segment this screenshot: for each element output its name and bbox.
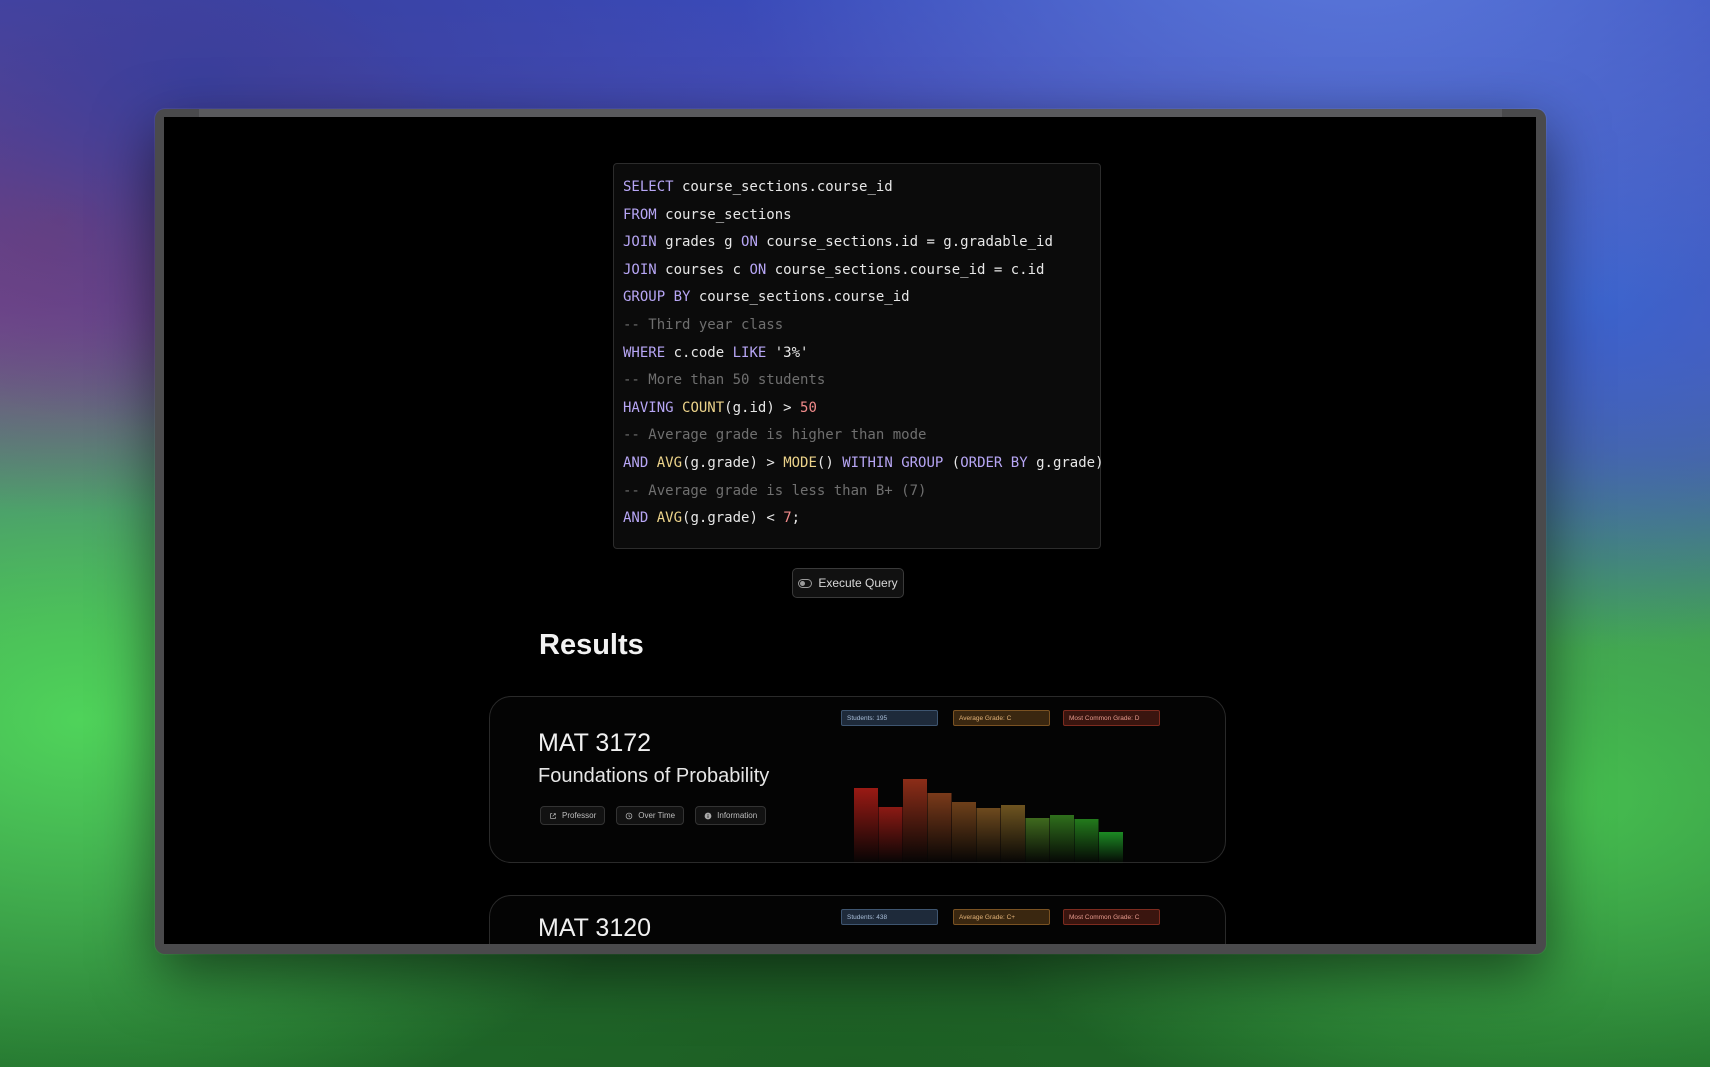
average-grade-badge: Average Grade: C — [953, 710, 1050, 726]
code-token: AVG — [656, 510, 683, 527]
card-actions: Professor Over Time Information — [540, 806, 767, 825]
histogram-bar — [1001, 805, 1025, 864]
history-icon — [625, 812, 633, 819]
code-token: course_sections — [656, 206, 792, 223]
code-token: -- Average grade is less than B+ (7) — [623, 482, 927, 499]
code-token: AND — [623, 454, 649, 471]
result-card: Students: 195 Average Grade: C Most Comm… — [489, 696, 1226, 864]
code-line: HAVING COUNT(g.id) > 50 — [623, 395, 1100, 423]
grade-histogram — [854, 779, 1123, 864]
code-token: (g.grade) < — [682, 510, 784, 527]
histogram-bar — [1050, 815, 1074, 864]
code-token: c.code — [665, 344, 733, 361]
histogram-bar — [1099, 832, 1123, 864]
code-token: -- More than 50 students — [623, 372, 826, 389]
code-line: JOIN courses c ON course_sections.course… — [623, 257, 1100, 285]
code-token: LIKE — [732, 344, 767, 361]
result-card: Students: 438 Average Grade: C+ Most Com… — [489, 895, 1226, 944]
information-button[interactable]: Information — [695, 806, 767, 825]
code-token: WHERE — [623, 344, 666, 361]
window-top-edge — [199, 109, 1502, 117]
code-line: FROM course_sections — [623, 202, 1100, 230]
code-token: ON — [749, 261, 767, 278]
sql-editor[interactable]: SELECT course_sections.course_id FROM cou… — [613, 163, 1104, 549]
code-token: WITHIN GROUP — [842, 454, 944, 471]
code-line: GROUP BY course_sections.course_id — [623, 284, 1100, 312]
most-common-grade-badge: Most Common Grade: D — [1063, 710, 1160, 726]
code-token: FROM — [623, 206, 657, 223]
students-badge: Students: 195 — [841, 710, 938, 726]
course-code: MAT 3120 — [538, 914, 652, 942]
results-title: Results — [539, 629, 644, 661]
code-line: -- Average grade is higher than mode — [623, 422, 1100, 450]
code-token: AND — [623, 510, 649, 527]
code-token: COUNT — [682, 399, 725, 416]
histogram-bar — [1025, 818, 1050, 864]
code-line: AND AVG(g.grade) > MODE() WITHIN GROUP (… — [623, 450, 1104, 478]
code-token: ( — [943, 454, 961, 471]
app-content: SELECT course_sections.course_id FROM cou… — [164, 117, 1536, 944]
histogram-bar — [878, 807, 903, 864]
code-token: 50 — [800, 399, 817, 416]
code-token: ON — [741, 234, 758, 251]
code-token: grades g — [656, 234, 742, 251]
code-token: course_sections.course_id = c.id — [766, 261, 1045, 278]
code-token: -- Average grade is higher than mode — [623, 427, 927, 444]
code-token: (g.id) > — [724, 399, 801, 416]
code-token: () — [816, 454, 843, 471]
code-token: HAVING — [623, 399, 674, 416]
histogram-bar — [903, 779, 927, 864]
code-token: JOIN — [623, 261, 657, 278]
code-token: g.grade) — [1027, 454, 1104, 471]
code-token: MODE — [783, 454, 817, 471]
code-token: JOIN — [623, 234, 657, 251]
histogram-bar — [952, 802, 976, 864]
average-grade-badge: Average Grade: C+ — [953, 909, 1050, 925]
toggle-icon — [798, 578, 813, 588]
execute-query-label: Execute Query — [818, 576, 898, 590]
code-token: SELECT — [623, 179, 674, 195]
information-label: Information — [717, 811, 758, 820]
execute-query-button[interactable]: Execute Query — [792, 568, 904, 598]
histogram-bar — [1074, 819, 1099, 864]
code-token: 7 — [783, 510, 792, 527]
professor-label: Professor — [562, 811, 597, 820]
over-time-label: Over Time — [638, 811, 676, 820]
code-line: AND AVG(g.grade) < 7; — [623, 505, 1100, 533]
code-line: SELECT course_sections.course_id — [623, 174, 1100, 202]
code-token: course_sections.id = g.gradable_id — [757, 234, 1053, 251]
histogram-bar — [927, 793, 952, 864]
code-token: course_sections.course_id — [673, 179, 893, 195]
over-time-button[interactable]: Over Time — [616, 806, 685, 825]
histogram-bar — [976, 808, 1001, 864]
professor-button[interactable]: Professor — [540, 806, 606, 825]
code-line: JOIN grades g ON course_sections.id = g.… — [623, 229, 1100, 257]
code-token: '3%' — [766, 344, 809, 361]
app-window: SELECT course_sections.course_id FROM cou… — [155, 109, 1546, 954]
code-token: course_sections.course_id — [690, 289, 910, 306]
code-token: (g.grade) > — [682, 454, 784, 471]
students-badge: Students: 438 — [841, 909, 938, 925]
code-line: -- Third year class — [623, 312, 1100, 340]
code-token: ; — [791, 510, 801, 527]
code-token: GROUP BY — [623, 289, 691, 306]
course-name: Foundations of Probability — [538, 765, 770, 787]
code-token: AVG — [656, 454, 683, 471]
code-token: -- Third year class — [623, 316, 784, 333]
code-line: -- Average grade is less than B+ (7) — [623, 478, 1100, 506]
code-line: WHERE c.code LIKE '3%' — [623, 340, 1100, 368]
code-token: courses c — [656, 261, 750, 278]
external-link-icon — [550, 812, 556, 819]
most-common-grade-badge: Most Common Grade: C — [1063, 909, 1160, 925]
course-code: MAT 3172 — [538, 729, 652, 757]
info-icon — [704, 812, 712, 819]
histogram-bar — [854, 788, 878, 864]
code-line: -- More than 50 students — [623, 367, 1100, 395]
code-token: ORDER BY — [960, 454, 1028, 471]
